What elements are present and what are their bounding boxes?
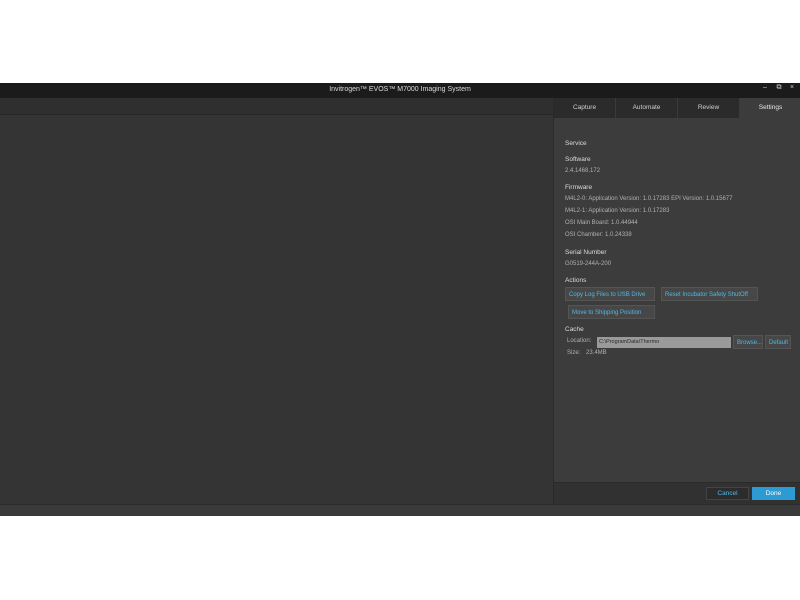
tab-review[interactable]: Review <box>678 98 740 118</box>
shipping-position-button[interactable]: Move to Shipping Position <box>568 305 655 319</box>
panel-footer: Cancel Done <box>554 482 800 504</box>
cache-size-label: Size: <box>567 350 581 356</box>
tab-capture[interactable]: Capture <box>554 98 616 118</box>
software-version: 2.4.1468.172 <box>565 168 601 174</box>
serial-number: G0519-244A-200 <box>565 261 612 267</box>
service-heading: Service <box>565 140 587 147</box>
firmware-line: OSI Main Board: 1.0.44944 <box>565 220 638 226</box>
tab-settings[interactable]: Settings <box>740 98 800 118</box>
firmware-line: M4L2-0: Application Version: 1.0.17283 E… <box>565 196 733 202</box>
default-button[interactable]: Default <box>765 335 791 349</box>
cache-heading: Cache <box>565 326 584 333</box>
firmware-heading: Firmware <box>565 184 593 191</box>
app-window: Invitrogen™ EVOS™ M7000 Imaging System –… <box>0 83 800 516</box>
title-bar: Invitrogen™ EVOS™ M7000 Imaging System –… <box>0 83 800 98</box>
cache-size-value: 23.4MB <box>586 350 607 356</box>
status-bar <box>0 504 800 516</box>
restore-icon[interactable]: ⧉ <box>773 84 785 92</box>
window-title: Invitrogen™ EVOS™ M7000 Imaging System <box>329 86 471 93</box>
copy-logs-button[interactable]: Copy Log Files to USB Drive <box>565 287 655 301</box>
software-heading: Software <box>565 156 591 163</box>
cache-location-field[interactable]: C:\ProgramData\Thermo <box>597 337 731 348</box>
close-icon[interactable]: × <box>786 84 798 91</box>
tab-bar: Capture Automate Review Settings <box>554 98 800 118</box>
firmware-line: OSI Chamber: 1.0.24338 <box>565 232 632 238</box>
done-button[interactable]: Done <box>752 487 795 500</box>
cancel-button[interactable]: Cancel <box>706 487 749 500</box>
browse-button[interactable]: Browse... <box>733 335 763 349</box>
minimize-icon[interactable]: – <box>759 84 771 91</box>
image-view-area <box>0 98 553 504</box>
side-panel: Capture Automate Review Settings Service… <box>553 98 800 504</box>
serial-heading: Serial Number <box>565 249 607 256</box>
tab-automate[interactable]: Automate <box>616 98 678 118</box>
firmware-line: M4L2-1: Application Version: 1.0.17283 <box>565 208 670 214</box>
reset-shutoff-button[interactable]: Reset Incubator Safety ShutOff <box>661 287 758 301</box>
actions-heading: Actions <box>565 277 587 284</box>
cache-location-label: Location: <box>567 338 592 344</box>
image-toolbar <box>0 98 553 115</box>
